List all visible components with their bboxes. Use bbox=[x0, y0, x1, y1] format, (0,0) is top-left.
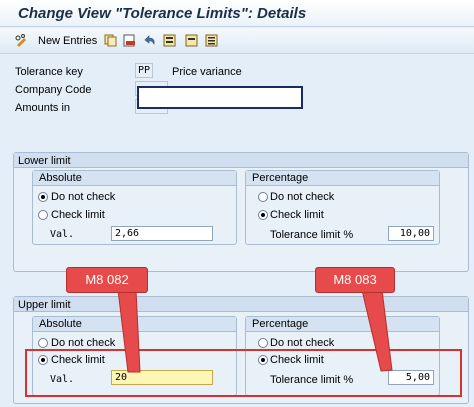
callout-m8-083: M8 083 bbox=[315, 267, 395, 293]
callout-m8-082: M8 082 bbox=[66, 267, 148, 293]
callout-arrow-left bbox=[117, 289, 141, 373]
callout-arrows bbox=[117, 289, 393, 373]
callout-arrow-right bbox=[361, 289, 393, 372]
